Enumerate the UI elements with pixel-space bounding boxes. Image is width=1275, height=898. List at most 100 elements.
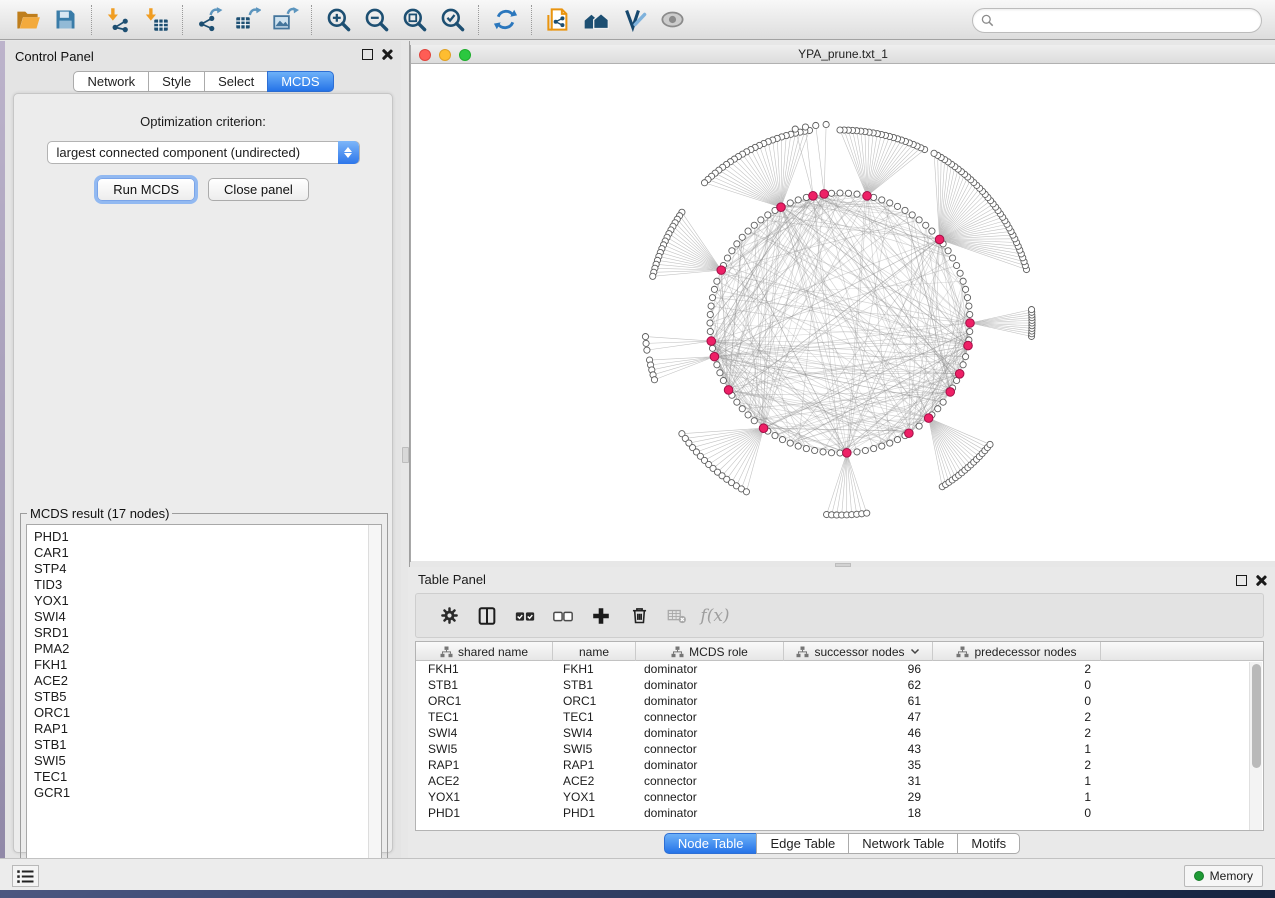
- table-row[interactable]: ORC1ORC1dominator610: [416, 693, 1263, 709]
- table-scrollbar[interactable]: [1249, 662, 1262, 831]
- table-cell[interactable]: RAP1: [553, 758, 636, 772]
- table-cell[interactable]: FKH1: [553, 662, 636, 676]
- table-cell[interactable]: 61: [784, 694, 933, 708]
- tab-style[interactable]: Style: [148, 71, 205, 92]
- search-input[interactable]: [999, 14, 1253, 28]
- mcds-result-list[interactable]: PHD1CAR1STP4TID3YOX1SWI4SRD1PMA2FKH1ACE2…: [26, 524, 382, 880]
- table-cell[interactable]: 2: [933, 726, 1101, 740]
- close-panel-icon[interactable]: [381, 48, 393, 60]
- table-row[interactable]: PHD1PHD1dominator180: [416, 805, 1263, 821]
- mcds-result-item[interactable]: TEC1: [34, 769, 381, 785]
- select-all-rows-button[interactable]: [506, 598, 544, 634]
- table-cell[interactable]: ACE2: [553, 774, 636, 788]
- panel-list-button[interactable]: [12, 865, 39, 887]
- zoom-in-button[interactable]: [319, 3, 357, 37]
- mcds-result-item[interactable]: STB5: [34, 689, 381, 705]
- network-canvas[interactable]: [411, 64, 1275, 561]
- table-cell[interactable]: connector: [636, 710, 784, 724]
- column-header-MCDS-role[interactable]: MCDS role: [636, 642, 784, 661]
- zoom-out-button[interactable]: [357, 3, 395, 37]
- table-cell[interactable]: SWI4: [416, 726, 553, 740]
- column-header-predecessor-nodes[interactable]: predecessor nodes: [933, 642, 1101, 661]
- table-cell[interactable]: 96: [784, 662, 933, 676]
- save-session-button[interactable]: [46, 3, 84, 37]
- float-panel-icon[interactable]: [1236, 575, 1247, 586]
- table-cell[interactable]: TEC1: [553, 710, 636, 724]
- table-cell[interactable]: 43: [784, 742, 933, 756]
- float-panel-icon[interactable]: [362, 49, 373, 60]
- table-cell[interactable]: dominator: [636, 726, 784, 740]
- splitter-grip[interactable]: [402, 447, 409, 463]
- close-window-icon[interactable]: [419, 49, 431, 61]
- table-cell[interactable]: dominator: [636, 694, 784, 708]
- memory-button[interactable]: Memory: [1184, 865, 1263, 887]
- table-cell[interactable]: 0: [933, 678, 1101, 692]
- apply-layout-button[interactable]: [486, 3, 524, 37]
- table-cell[interactable]: 0: [933, 694, 1101, 708]
- mcds-result-item[interactable]: PMA2: [34, 641, 381, 657]
- open-session-button[interactable]: [8, 3, 46, 37]
- table-cell[interactable]: connector: [636, 790, 784, 804]
- optimization-criterion-select[interactable]: largest connected component (undirected): [47, 141, 360, 164]
- mcds-result-item[interactable]: STB1: [34, 737, 381, 753]
- network-graph[interactable]: [411, 64, 1275, 561]
- table-cell[interactable]: ORC1: [553, 694, 636, 708]
- table-cell[interactable]: SWI5: [416, 742, 553, 756]
- column-header-shared-name[interactable]: shared name: [416, 642, 553, 661]
- table-cell[interactable]: 29: [784, 790, 933, 804]
- table-cell[interactable]: connector: [636, 774, 784, 788]
- show-hidden-button[interactable]: [653, 3, 691, 37]
- search-field[interactable]: [972, 8, 1262, 33]
- network-window-titlebar[interactable]: YPA_prune.txt_1: [411, 45, 1275, 64]
- mcds-result-item[interactable]: TID3: [34, 577, 381, 593]
- add-column-button[interactable]: [582, 598, 620, 634]
- table-row[interactable]: RAP1RAP1dominator352: [416, 757, 1263, 773]
- column-header-successor-nodes[interactable]: successor nodes: [784, 642, 933, 661]
- mcds-result-item[interactable]: YOX1: [34, 593, 381, 609]
- tab-edge-table[interactable]: Edge Table: [756, 833, 849, 854]
- export-image-button[interactable]: [266, 3, 304, 37]
- table-row[interactable]: FKH1FKH1dominator962: [416, 661, 1263, 677]
- table-cell[interactable]: RAP1: [416, 758, 553, 772]
- column-header-name[interactable]: name: [553, 642, 636, 661]
- mcds-result-item[interactable]: PHD1: [34, 529, 381, 545]
- table-cell[interactable]: dominator: [636, 806, 784, 820]
- mcds-result-item[interactable]: FKH1: [34, 657, 381, 673]
- zoom-fit-button[interactable]: [395, 3, 433, 37]
- table-cell[interactable]: STB1: [416, 678, 553, 692]
- mcds-list-scrollbar[interactable]: [368, 525, 381, 879]
- mcds-result-item[interactable]: ACE2: [34, 673, 381, 689]
- table-cell[interactable]: PHD1: [416, 806, 553, 820]
- table-cell[interactable]: ACE2: [416, 774, 553, 788]
- table-cell[interactable]: SWI4: [553, 726, 636, 740]
- export-table-button[interactable]: [228, 3, 266, 37]
- table-cell[interactable]: 31: [784, 774, 933, 788]
- table-cell[interactable]: 62: [784, 678, 933, 692]
- tab-network[interactable]: Network: [73, 71, 149, 92]
- table-cell[interactable]: SWI5: [553, 742, 636, 756]
- table-cell[interactable]: STB1: [553, 678, 636, 692]
- table-cell[interactable]: TEC1: [416, 710, 553, 724]
- import-network-button[interactable]: [99, 3, 137, 37]
- run-mcds-button[interactable]: Run MCDS: [97, 178, 195, 201]
- table-cell[interactable]: 0: [933, 806, 1101, 820]
- mcds-result-item[interactable]: ORC1: [34, 705, 381, 721]
- tab-node-table[interactable]: Node Table: [664, 833, 758, 854]
- node-table[interactable]: shared namenameMCDS rolesuccessor nodesp…: [415, 641, 1264, 831]
- close-panel-button[interactable]: Close panel: [208, 178, 309, 201]
- table-cell[interactable]: FKH1: [416, 662, 553, 676]
- tab-select[interactable]: Select: [204, 71, 268, 92]
- table-cell[interactable]: 18: [784, 806, 933, 820]
- hide-selected-button[interactable]: [615, 3, 653, 37]
- table-cell[interactable]: dominator: [636, 662, 784, 676]
- table-row[interactable]: SWI4SWI4dominator462: [416, 725, 1263, 741]
- table-cell[interactable]: 2: [933, 758, 1101, 772]
- mcds-result-item[interactable]: RAP1: [34, 721, 381, 737]
- table-cell[interactable]: 2: [933, 662, 1101, 676]
- mcds-result-item[interactable]: SWI4: [34, 609, 381, 625]
- mcds-result-item[interactable]: STP4: [34, 561, 381, 577]
- table-cell[interactable]: connector: [636, 742, 784, 756]
- table-cell[interactable]: YOX1: [416, 790, 553, 804]
- table-cell[interactable]: ORC1: [416, 694, 553, 708]
- table-cell[interactable]: dominator: [636, 758, 784, 772]
